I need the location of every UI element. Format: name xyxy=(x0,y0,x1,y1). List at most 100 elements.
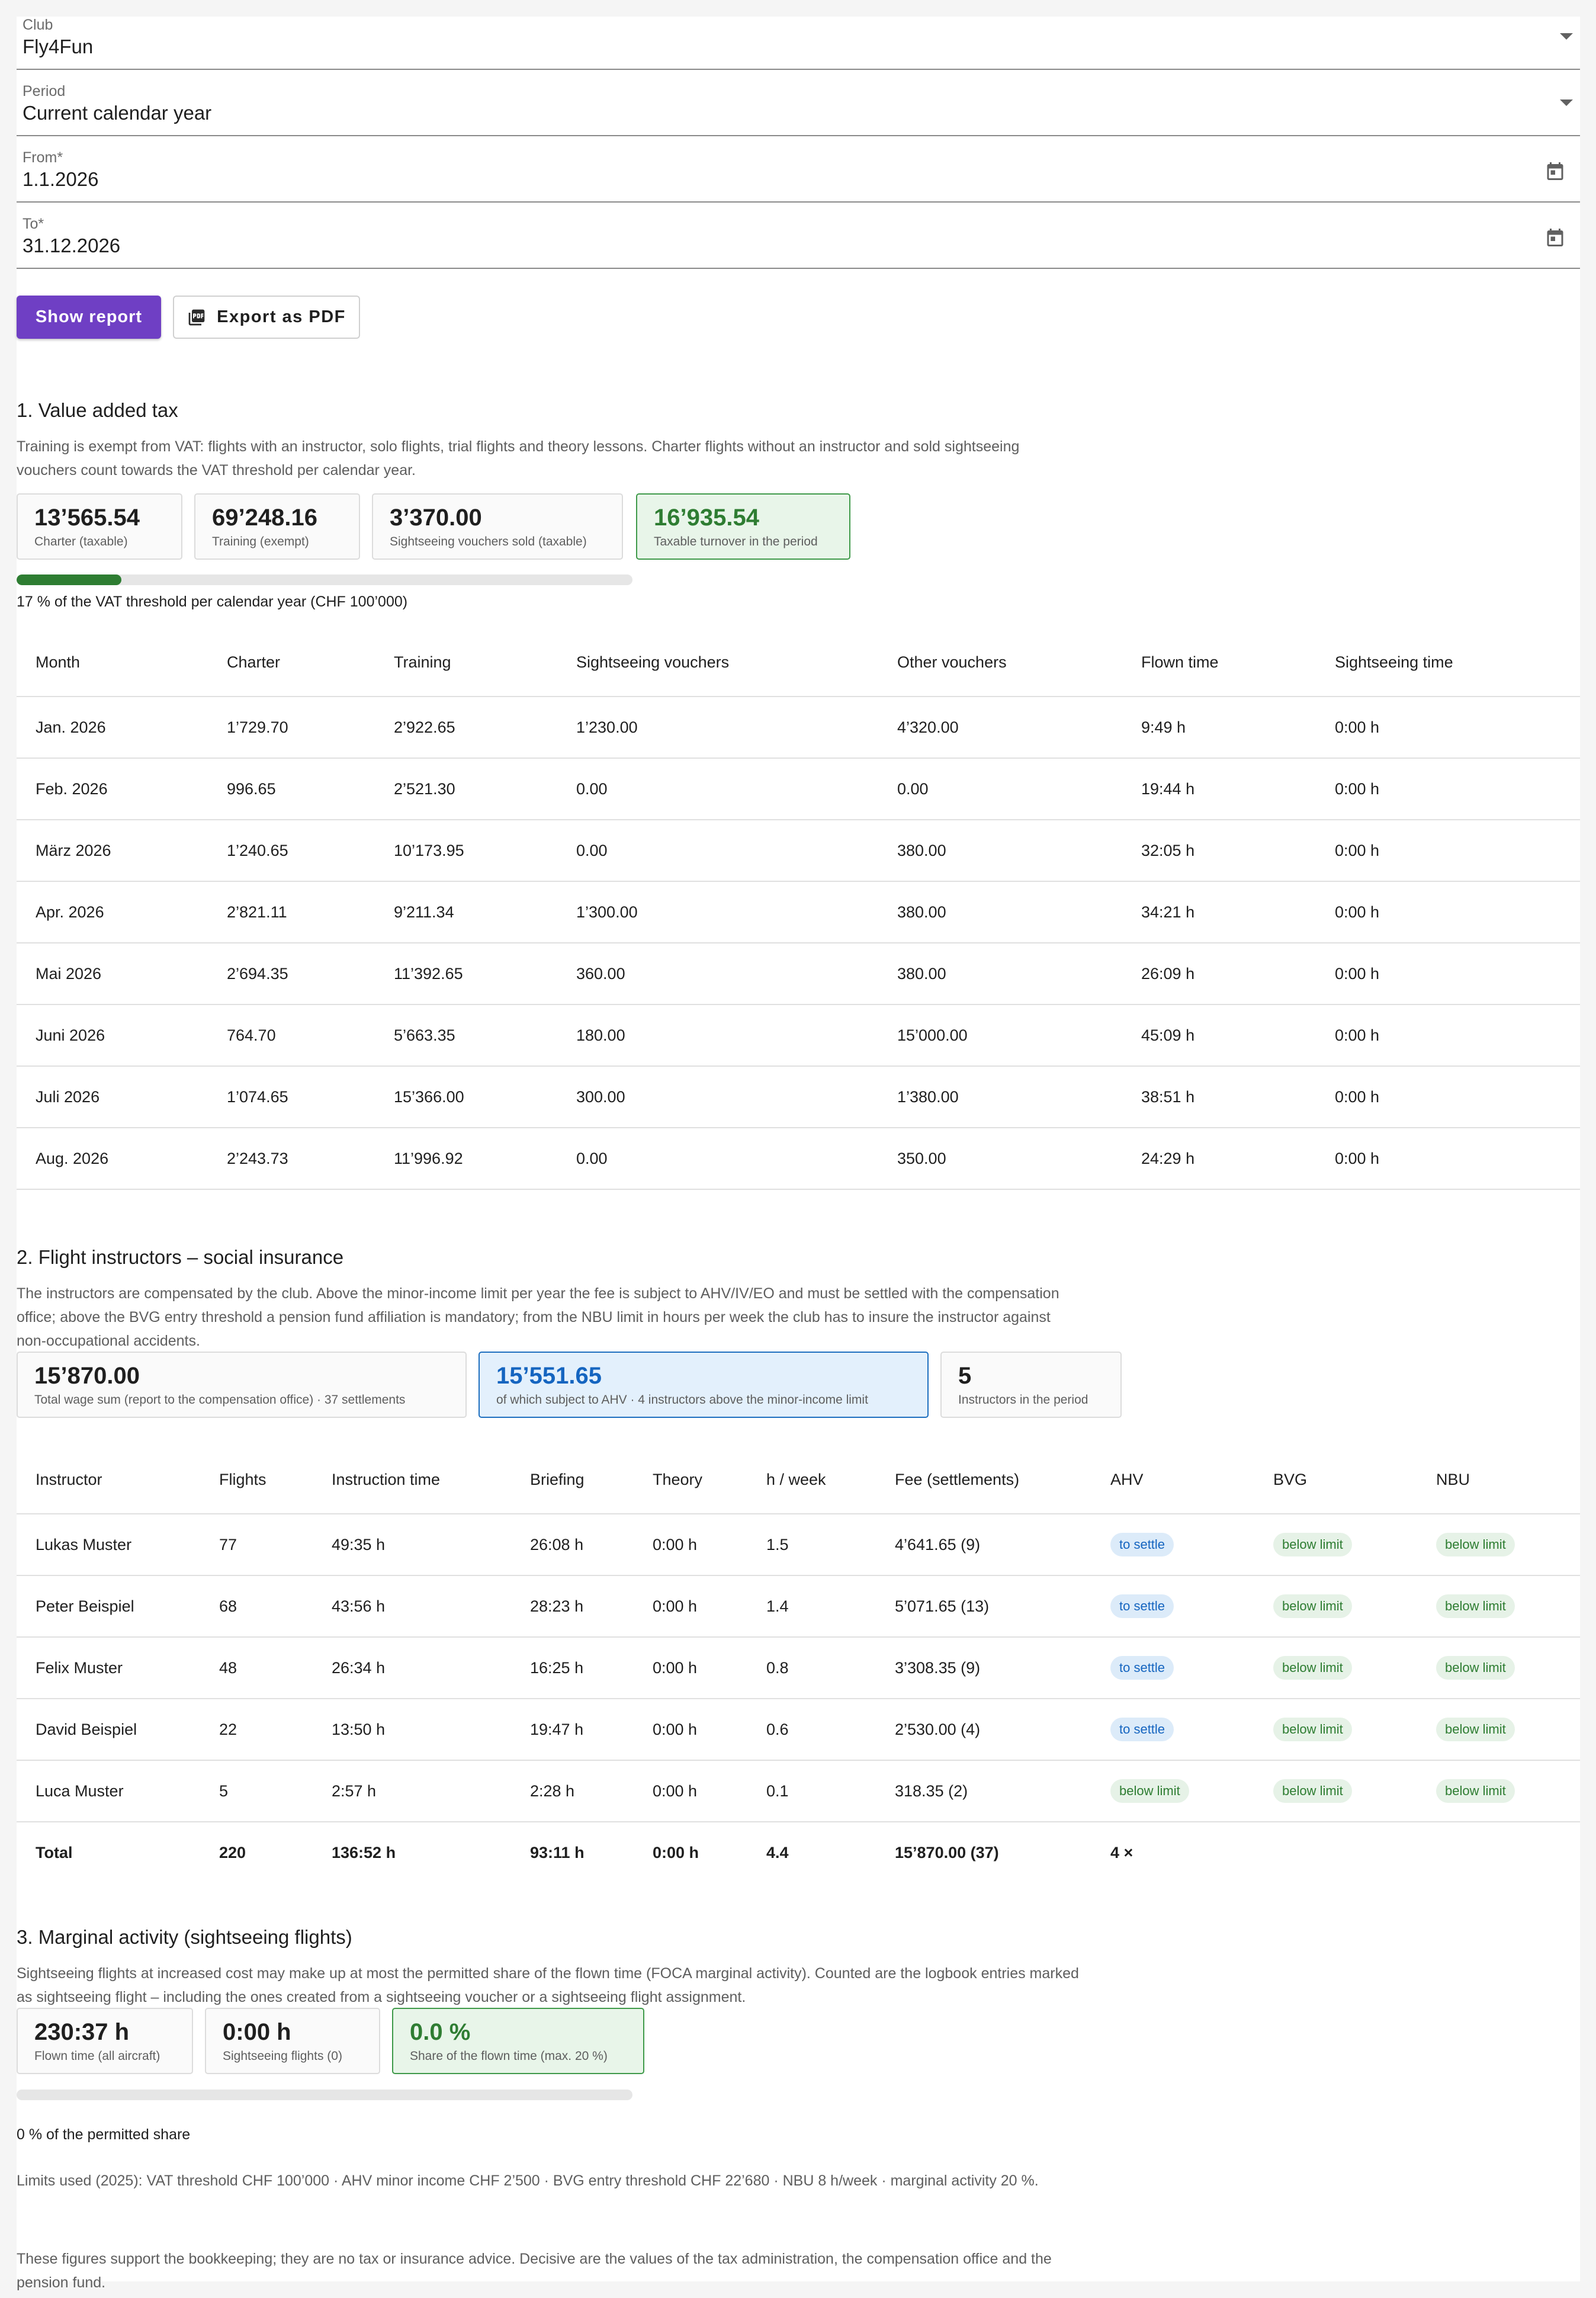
table-cell: 0:00 h xyxy=(1316,1128,1580,1190)
table-cell: 32:05 h xyxy=(1122,820,1316,882)
column-header: Other vouchers xyxy=(878,629,1122,697)
nbu-status-badge: below limit xyxy=(1436,1718,1515,1741)
table-cell: below limit xyxy=(1417,1514,1580,1576)
chevron-down-icon[interactable] xyxy=(1560,100,1573,106)
vat-section-title: 1. Value added tax xyxy=(17,399,178,421)
column-header: h / week xyxy=(747,1446,876,1514)
table-cell: 34:21 h xyxy=(1122,881,1316,943)
table-cell: 2’243.73 xyxy=(208,1128,375,1190)
total-cell xyxy=(1254,1822,1417,1883)
marginal-description: Sightseeing flights at increased cost ma… xyxy=(17,1965,1079,2005)
calendar-icon[interactable] xyxy=(1544,160,1566,182)
disclaimer-note: These figures support the bookkeeping; t… xyxy=(17,2251,1052,2291)
table-cell: 1’240.65 xyxy=(208,820,375,882)
table-cell: 0:00 h xyxy=(634,1575,747,1638)
column-header: Month xyxy=(17,629,208,697)
vat-progress-fill xyxy=(17,574,121,585)
export-pdf-button[interactable]: Export as PDF xyxy=(173,296,360,339)
table-row: Feb. 2026 996.65 2’521.30 0.00 0.00 19:44 h 0:… xyxy=(17,758,1580,820)
calendar-icon[interactable] xyxy=(1544,226,1566,249)
card-value: 16’935.54 xyxy=(654,505,759,531)
table-cell: 11’392.65 xyxy=(375,943,557,1005)
to-date-field[interactable]: To* 31.12.2026 xyxy=(17,216,1580,269)
table-cell: 764.70 xyxy=(208,1004,375,1067)
card-label: Total wage sum (report to the compensati… xyxy=(34,1393,406,1407)
bvg-status-badge: below limit xyxy=(1273,1718,1352,1741)
table-cell: 2’530.00 (4) xyxy=(876,1699,1091,1761)
bvg-status-badge: below limit xyxy=(1273,1779,1352,1803)
card-label: Sightseeing vouchers sold (taxable) xyxy=(390,535,587,548)
table-header-row: Instructor Flights Instruction time Brie… xyxy=(17,1446,1580,1514)
from-date-field[interactable]: From* 1.1.2026 xyxy=(17,149,1580,203)
table-cell: 180.00 xyxy=(557,1004,878,1067)
table-cell: 19:44 h xyxy=(1122,758,1316,820)
table-row: Apr. 2026 2’821.11 9’211.34 1’300.00 380.00 3… xyxy=(17,881,1580,943)
table-cell: 0.8 xyxy=(747,1637,876,1699)
table-cell: 1.4 xyxy=(747,1575,876,1638)
table-cell: 0:00 h xyxy=(634,1699,747,1761)
table-cell: 0.00 xyxy=(557,1128,878,1190)
table-cell: 28:23 h xyxy=(511,1575,634,1638)
table-cell: März 2026 xyxy=(17,820,208,882)
total-cell: 93:11 h xyxy=(530,1844,585,1861)
table-cell: 2’694.35 xyxy=(208,943,375,1005)
vat-progress-bar xyxy=(17,574,632,585)
table-total-row: Total 220 136:52 h 93:11 h 0:00 h 4.4 15’870.0… xyxy=(17,1822,1580,1883)
table-header-row: Month Charter Training Sightseeing vouch… xyxy=(17,629,1580,697)
table-cell: 1’380.00 xyxy=(878,1066,1122,1128)
column-header: Fee (settlements) xyxy=(876,1446,1091,1514)
card-value: 0:00 h xyxy=(223,2019,291,2045)
card-label: Flown time (all aircraft) xyxy=(34,2049,160,2063)
table-row: Peter Beispiel 68 43:56 h 28:23 h 0:00 h 1.4 5… xyxy=(17,1575,1580,1638)
table-cell: below limit xyxy=(1091,1760,1254,1822)
marginal-card-flown-time: 230:37 h Flown time (all aircraft) xyxy=(17,2008,193,2074)
marginal-section-title: 3. Marginal activity (sightseeing flight… xyxy=(17,1926,352,1948)
vat-description: Training is exempt from VAT: flights wit… xyxy=(17,438,1020,479)
show-report-button[interactable]: Show report xyxy=(17,296,161,339)
card-label: Sightseeing flights (0) xyxy=(223,2049,342,2063)
column-header: Flown time xyxy=(1122,629,1316,697)
table-cell: 380.00 xyxy=(878,820,1122,882)
total-cell xyxy=(1417,1822,1580,1883)
table-cell: below limit xyxy=(1417,1699,1580,1761)
table-cell: 5’071.65 (13) xyxy=(876,1575,1091,1638)
card-value: 69’248.16 xyxy=(212,505,317,531)
table-cell: 0:00 h xyxy=(1316,758,1580,820)
nbu-status-badge: below limit xyxy=(1436,1594,1515,1618)
table-cell: 2:28 h xyxy=(511,1760,634,1822)
table-cell: to settle xyxy=(1091,1575,1254,1638)
period-select[interactable]: Period Current calendar year xyxy=(17,83,1580,136)
table-cell: 380.00 xyxy=(878,881,1122,943)
table-cell: 49:35 h xyxy=(313,1514,511,1576)
card-label: Training (exempt) xyxy=(212,535,309,548)
table-row: Jan. 2026 1’729.70 2’922.65 1’230.00 4’320.0… xyxy=(17,697,1580,759)
pdf-icon xyxy=(188,309,205,325)
to-label: To* xyxy=(23,216,44,232)
card-value: 5 xyxy=(958,1363,972,1389)
table-row: März 2026 1’240.65 10’173.95 0.00 380.00 32:0… xyxy=(17,820,1580,882)
table-cell: 77 xyxy=(200,1514,313,1576)
table-cell: 1’074.65 xyxy=(208,1066,375,1128)
table-cell: below limit xyxy=(1417,1637,1580,1699)
table-cell: 22 xyxy=(200,1699,313,1761)
column-header: Sightseeing time xyxy=(1316,629,1580,697)
bvg-status-badge: below limit xyxy=(1273,1594,1352,1618)
card-value: 0.0 % xyxy=(410,2019,471,2045)
club-select[interactable]: Club Fly4Fun xyxy=(17,17,1580,70)
chevron-down-icon[interactable] xyxy=(1560,33,1573,40)
total-cell: 136:52 h xyxy=(332,1844,396,1861)
card-label: Share of the flown time (max. 20 %) xyxy=(410,2049,608,2063)
bvg-status-badge: below limit xyxy=(1273,1533,1352,1556)
table-cell: below limit xyxy=(1254,1637,1417,1699)
table-cell: 2’521.30 xyxy=(375,758,557,820)
table-cell: 318.35 (2) xyxy=(876,1760,1091,1822)
table-cell: 0:00 h xyxy=(1316,697,1580,759)
table-cell: 1.5 xyxy=(747,1514,876,1576)
instructors-card-ahv: 15’551.65 of which subject to AHV · 4 in… xyxy=(479,1352,929,1418)
table-cell: 9’211.34 xyxy=(375,881,557,943)
table-cell: Juli 2026 xyxy=(17,1066,208,1128)
table-cell: 9:49 h xyxy=(1122,697,1316,759)
table-cell: 15’366.00 xyxy=(375,1066,557,1128)
table-cell: 43:56 h xyxy=(313,1575,511,1638)
table-cell: below limit xyxy=(1254,1575,1417,1638)
